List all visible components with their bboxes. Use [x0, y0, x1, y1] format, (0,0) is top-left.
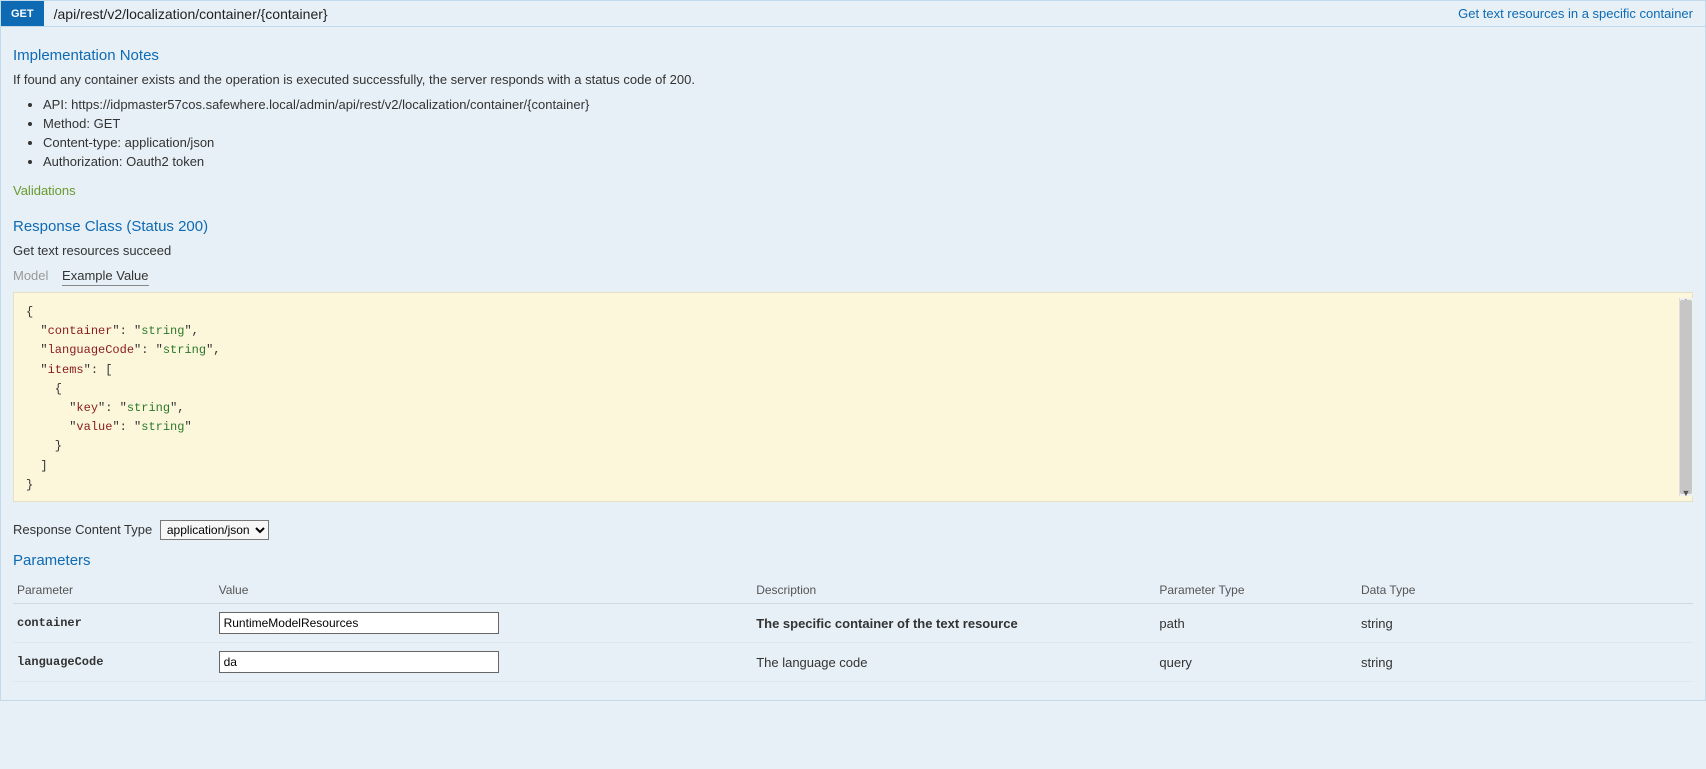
parameter-description: The language code	[752, 643, 1155, 682]
json-punct: ",	[206, 343, 220, 357]
parameter-data-type: string	[1357, 643, 1693, 682]
operation-header[interactable]: GET /api/rest/v2/localization/container/…	[1, 1, 1705, 27]
json-punct: "	[184, 420, 191, 434]
col-parameter: Parameter	[13, 577, 215, 604]
validations-link[interactable]: Validations	[13, 183, 76, 198]
json-key: languageCode	[48, 343, 134, 357]
parameters-heading: Parameters	[13, 552, 1693, 569]
json-punct: "	[26, 363, 48, 377]
parameter-type: query	[1155, 643, 1357, 682]
example-scrollbar-thumb[interactable]	[1680, 300, 1692, 494]
json-key: items	[48, 363, 84, 377]
json-punct: ",	[170, 401, 184, 415]
json-punct: ": "	[134, 343, 163, 357]
json-punct: "	[26, 343, 48, 357]
example-value-container: { "container": "string", "languageCode":…	[13, 292, 1693, 502]
example-scrollbar-track[interactable]: ▲ ▼	[1679, 298, 1693, 496]
response-tabs: Model Example Value	[13, 268, 1693, 286]
endpoint-path[interactable]: /api/rest/v2/localization/container/{con…	[44, 6, 1459, 22]
json-value: string	[163, 343, 206, 357]
json-punct: ": "	[112, 324, 141, 338]
json-punct: "	[26, 420, 76, 434]
response-class-description: Get text resources succeed	[13, 243, 1693, 258]
response-content-type-row: Response Content Type application/json	[13, 520, 1693, 540]
parameter-description: The specific container of the text resou…	[752, 604, 1155, 643]
json-punct: {	[26, 382, 62, 396]
col-description: Description	[752, 577, 1155, 604]
json-punct: ": "	[112, 420, 141, 434]
operation-body: Implementation Notes If found any contai…	[1, 27, 1705, 700]
example-value-box[interactable]: { "container": "string", "languageCode":…	[13, 292, 1693, 502]
parameter-value-input-container[interactable]	[219, 612, 499, 634]
json-value: string	[141, 324, 184, 338]
notes-bullet: Content-type: application/json	[43, 135, 1693, 150]
json-punct: }	[26, 478, 33, 492]
parameter-value-input-languagecode[interactable]	[219, 651, 499, 673]
col-parameter-type: Parameter Type	[1155, 577, 1357, 604]
http-method-badge: GET	[1, 1, 44, 26]
response-class-heading: Response Class (Status 200)	[13, 218, 1693, 235]
json-punct: "	[26, 324, 48, 338]
response-content-type-label: Response Content Type	[13, 522, 152, 537]
json-punct: {	[26, 305, 33, 319]
json-value: string	[127, 401, 170, 415]
json-punct: ]	[26, 459, 48, 473]
parameter-type: path	[1155, 604, 1357, 643]
parameter-name: languageCode	[13, 643, 215, 682]
parameters-table: Parameter Value Description Parameter Ty…	[13, 577, 1693, 682]
json-key: value	[76, 420, 112, 434]
implementation-notes-text: If found any container exists and the op…	[13, 72, 1693, 87]
notes-bullet: Method: GET	[43, 116, 1693, 131]
json-punct: ",	[184, 324, 198, 338]
col-value: Value	[215, 577, 753, 604]
notes-bullet: Authorization: Oauth2 token	[43, 154, 1693, 169]
json-key: key	[76, 401, 98, 415]
tab-example-value[interactable]: Example Value	[62, 268, 148, 286]
operation-summary[interactable]: Get text resources in a specific contain…	[1458, 6, 1705, 21]
parameter-data-type: string	[1357, 604, 1693, 643]
parameter-value-cell	[215, 643, 753, 682]
json-punct: ": [	[84, 363, 113, 377]
scroll-down-icon[interactable]: ▼	[1681, 488, 1691, 498]
parameter-value-cell	[215, 604, 753, 643]
json-punct: ": "	[98, 401, 127, 415]
parameters-header-row: Parameter Value Description Parameter Ty…	[13, 577, 1693, 604]
tab-model[interactable]: Model	[13, 268, 48, 285]
implementation-notes-list: API: https://idpmaster57cos.safewhere.lo…	[43, 97, 1693, 169]
parameter-name: container	[13, 604, 215, 643]
table-row: languageCode The language code query str…	[13, 643, 1693, 682]
implementation-notes-heading: Implementation Notes	[13, 47, 1693, 64]
table-row: container The specific container of the …	[13, 604, 1693, 643]
operation-panel: GET /api/rest/v2/localization/container/…	[0, 0, 1706, 701]
json-value: string	[141, 420, 184, 434]
notes-bullet: API: https://idpmaster57cos.safewhere.lo…	[43, 97, 1693, 112]
json-punct: }	[26, 439, 62, 453]
response-content-type-select[interactable]: application/json	[160, 520, 269, 540]
col-data-type: Data Type	[1357, 577, 1693, 604]
json-punct: "	[26, 401, 76, 415]
json-key: container	[48, 324, 113, 338]
